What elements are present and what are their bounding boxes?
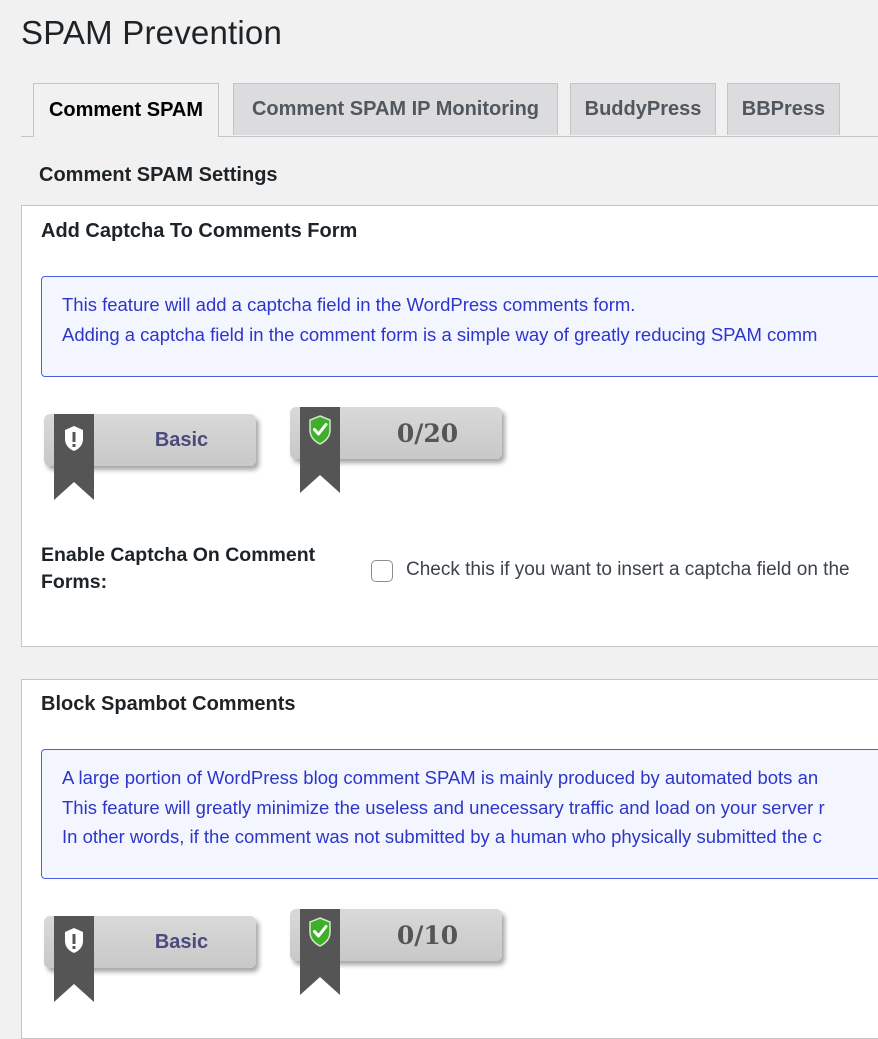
enable-captcha-label: Enable Captcha On Comment Forms:	[41, 544, 316, 593]
page-title: SPAM Prevention	[21, 14, 283, 51]
enable-captcha-description: Check this if you want to insert a captc…	[406, 559, 850, 580]
tab-comment-spam[interactable]: Comment SPAM	[33, 83, 219, 137]
spambot-info-box: A large portion of WordPress blog commen…	[41, 749, 878, 879]
score-badge-label: 0/10	[396, 920, 459, 950]
info-line: In other words, if the comment was not s…	[62, 826, 822, 847]
score-badge-label: 0/20	[396, 418, 459, 448]
shield-warning-icon	[54, 916, 94, 1002]
tab-buddypress[interactable]: BuddyPress	[570, 83, 716, 135]
level-badge-label: Basic	[154, 428, 209, 451]
shield-check-icon	[300, 909, 340, 995]
tab-bar: Comment SPAM Comment SPAM IP Monitoring …	[21, 83, 878, 137]
info-line: This feature will add a captcha field in…	[62, 294, 636, 315]
spambot-box-title: Block Spambot Comments	[41, 693, 296, 715]
captcha-settings-box: Add Captcha To Comments Form This featur…	[21, 205, 878, 647]
info-line: A large portion of WordPress blog commen…	[62, 767, 819, 788]
feature-level-badge: Basic	[44, 916, 259, 1011]
captcha-box-title: Add Captcha To Comments Form	[41, 220, 358, 242]
spambot-settings-box: Block Spambot Comments A large portion o…	[21, 679, 878, 1039]
captcha-info-box: This feature will add a captcha field in…	[41, 276, 878, 377]
section-heading: Comment SPAM Settings	[39, 164, 278, 186]
tab-comment-spam-ip-monitoring[interactable]: Comment SPAM IP Monitoring	[233, 83, 558, 135]
enable-captcha-checkbox[interactable]	[371, 560, 393, 582]
feature-level-badge: Basic	[44, 414, 259, 509]
shield-check-icon	[300, 407, 340, 493]
info-line: This feature will greatly minimize the u…	[62, 796, 825, 818]
tab-bbpress[interactable]: BBPress	[727, 83, 840, 135]
shield-warning-icon	[54, 414, 94, 500]
security-points-badge: 0/10	[290, 909, 505, 1004]
level-badge-label: Basic	[154, 930, 209, 953]
security-points-badge: 0/20	[290, 407, 505, 502]
info-line: Adding a captcha field in the comment fo…	[62, 323, 818, 345]
